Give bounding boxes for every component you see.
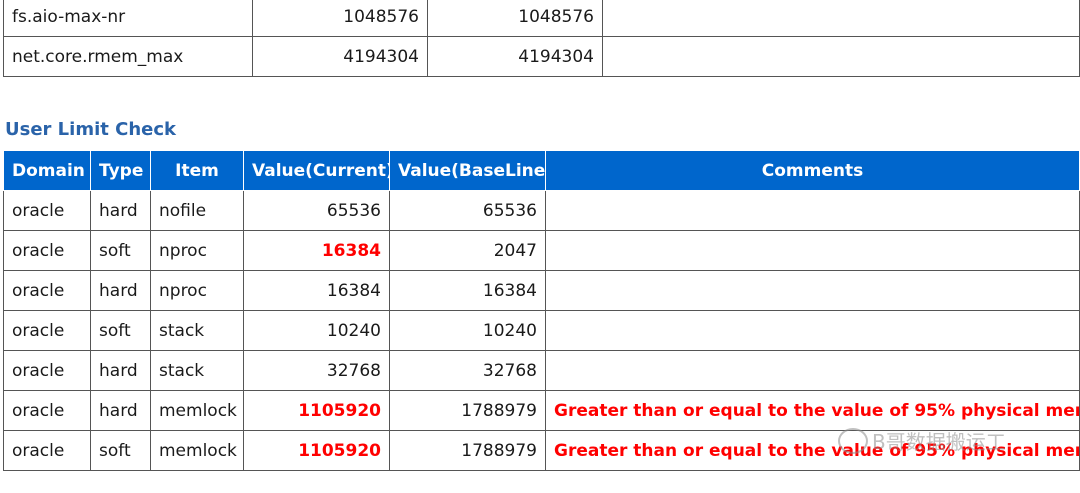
- cell-domain: oracle: [3, 190, 91, 231]
- cell-value-current: 16384: [243, 270, 390, 311]
- cell-comments: [545, 310, 1080, 351]
- cell-type: hard: [90, 350, 151, 391]
- user-limit-body: oracle hard nofile 65536 65536 oracle soft npro…: [3, 190, 1080, 471]
- section-title: User Limit Check: [5, 119, 176, 140]
- cell-value-baseline: 1788979: [389, 390, 546, 431]
- header-comments: Comments: [545, 150, 1080, 191]
- kernel-params-table: fs.aio-max-nr 1048576 1048576 net.core.rmem…: [3, 0, 1080, 77]
- cell-value-current: 1105920: [243, 390, 390, 431]
- cell-value-baseline: 32768: [389, 350, 546, 391]
- cell-comments: [545, 350, 1080, 391]
- cell-comments: [545, 270, 1080, 311]
- value-baseline: 1048576: [427, 0, 603, 37]
- header-value-current: Value(Current): [243, 150, 390, 191]
- cell-item: nofile: [150, 190, 244, 231]
- param-name: fs.aio-max-nr: [3, 0, 253, 37]
- cell-domain: oracle: [3, 430, 91, 471]
- cell-domain: oracle: [3, 310, 91, 351]
- table-row: oracle hard nofile 65536 65536: [3, 190, 1080, 231]
- cell-comments: [545, 230, 1080, 271]
- table-row: oracle hard nproc 16384 16384: [3, 270, 1080, 311]
- cell-type: hard: [90, 390, 151, 431]
- cell-value-baseline: 16384: [389, 270, 546, 311]
- cell-item: nproc: [150, 230, 244, 271]
- cell-comments: Greater than or equal to the value of 95…: [545, 390, 1080, 431]
- cell-type: hard: [90, 190, 151, 231]
- table-row: fs.aio-max-nr 1048576 1048576: [3, 0, 1080, 37]
- cell-domain: oracle: [3, 230, 91, 271]
- cell-item: stack: [150, 350, 244, 391]
- cell-value-baseline: 65536: [389, 190, 546, 231]
- cell-value-current: 32768: [243, 350, 390, 391]
- table-row: oracle soft nproc 16384 2047: [3, 230, 1080, 271]
- cell-value-current: 1105920: [243, 430, 390, 471]
- cell-comments: Greater than or equal to the value of 95…: [545, 430, 1080, 471]
- comments: [602, 36, 1080, 77]
- header-type: Type: [90, 150, 151, 191]
- cell-domain: oracle: [3, 350, 91, 391]
- value-current: 1048576: [252, 0, 428, 37]
- header-row: Domain Type Item Value(Current) Value(Ba…: [3, 150, 1080, 191]
- kernel-params-body: fs.aio-max-nr 1048576 1048576 net.core.rmem…: [3, 0, 1080, 77]
- cell-item: nproc: [150, 270, 244, 311]
- cell-type: soft: [90, 310, 151, 351]
- cell-item: memlock: [150, 390, 244, 431]
- param-name: net.core.rmem_max: [3, 36, 253, 77]
- value-baseline: 4194304: [427, 36, 603, 77]
- table-row: oracle hard memlock 1105920 1788979 Greater t…: [3, 390, 1080, 431]
- table-row: net.core.rmem_max 4194304 4194304: [3, 36, 1080, 77]
- user-limit-table: Domain Type Item Value(Current) Value(Ba…: [3, 150, 1080, 471]
- cell-value-baseline: 2047: [389, 230, 546, 271]
- cell-value-current: 65536: [243, 190, 390, 231]
- comments: [602, 0, 1080, 37]
- cell-type: soft: [90, 430, 151, 471]
- header-value-baseline: Value(BaseLine): [389, 150, 546, 191]
- cell-type: soft: [90, 230, 151, 271]
- cell-type: hard: [90, 270, 151, 311]
- cell-comments: [545, 190, 1080, 231]
- cell-domain: oracle: [3, 390, 91, 431]
- value-current: 4194304: [252, 36, 428, 77]
- cell-item: stack: [150, 310, 244, 351]
- table-row: oracle soft memlock 1105920 1788979 Greater t…: [3, 430, 1080, 471]
- cell-domain: oracle: [3, 270, 91, 311]
- table-row: oracle soft stack 10240 10240: [3, 310, 1080, 351]
- header-item: Item: [150, 150, 244, 191]
- cell-value-current: 16384: [243, 230, 390, 271]
- cell-value-baseline: 10240: [389, 310, 546, 351]
- header-domain: Domain: [3, 150, 91, 191]
- table-row: oracle hard stack 32768 32768: [3, 350, 1080, 391]
- cell-value-baseline: 1788979: [389, 430, 546, 471]
- cell-item: memlock: [150, 430, 244, 471]
- cell-value-current: 10240: [243, 310, 390, 351]
